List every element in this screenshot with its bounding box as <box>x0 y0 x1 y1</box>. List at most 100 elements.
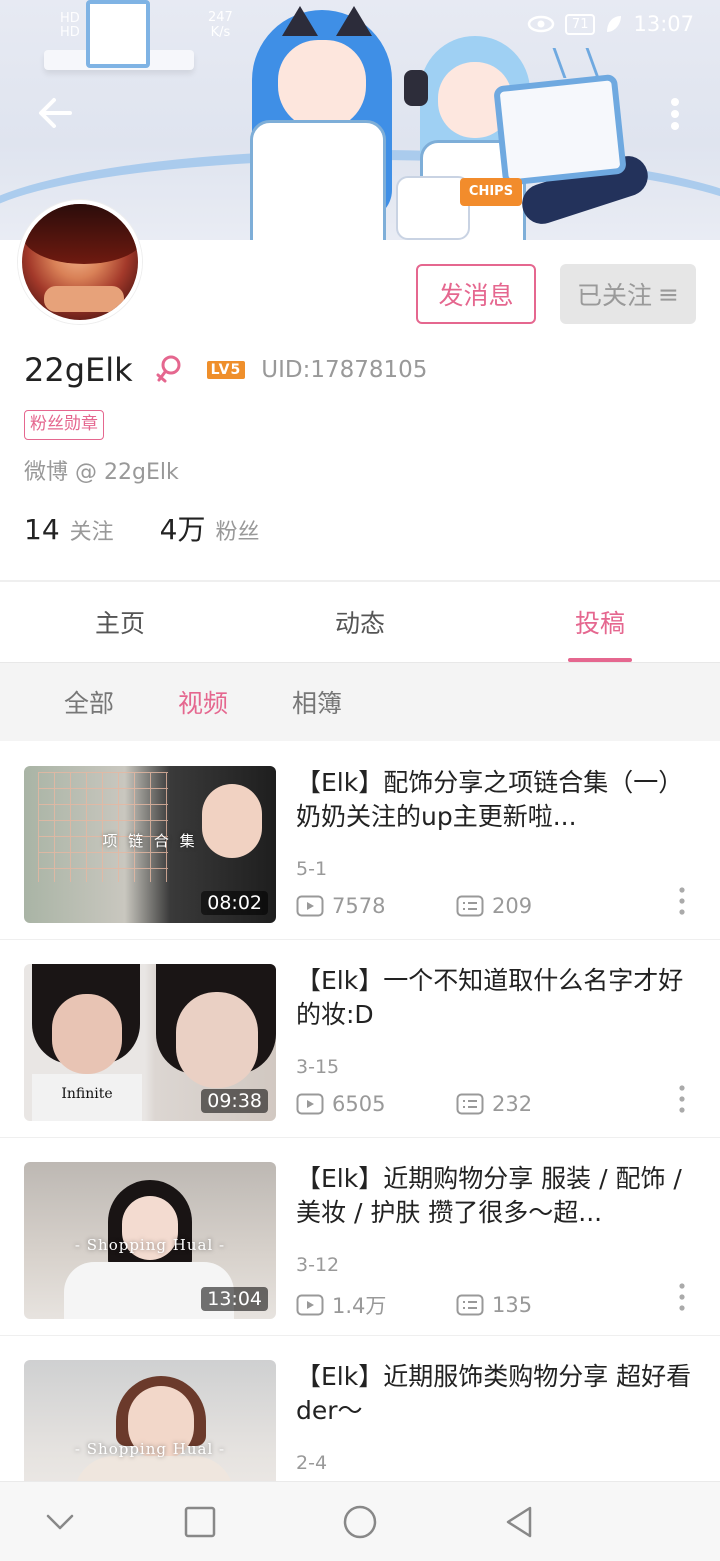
nav-triangle-icon[interactable] <box>500 1502 540 1542</box>
nav-square-icon[interactable] <box>180 1502 220 1542</box>
thumbnail-face <box>176 992 258 1088</box>
hd-indicator: HD <box>60 11 80 26</box>
danmaku-count: 209 <box>456 894 532 918</box>
leaf-icon <box>607 16 622 32</box>
fan-medal-badge[interactable]: 粉丝勋章 <box>24 410 104 440</box>
tab-dynamics[interactable]: 动态 <box>240 582 480 662</box>
system-navigation-bar <box>0 1481 720 1561</box>
thumbnail-caption: - Shopping Hual - <box>74 1440 226 1458</box>
danmaku-icon <box>456 1294 484 1316</box>
level-badge: LV5 <box>206 361 246 379</box>
play-count-value: 7578 <box>332 894 386 918</box>
thumbnail-grid-wall <box>38 772 168 882</box>
play-count: 1.4万 <box>296 1290 456 1320</box>
tab-home[interactable]: 主页 <box>0 582 240 662</box>
play-count-value: 6505 <box>332 1092 386 1116</box>
following-label[interactable]: 关注 <box>70 514 114 546</box>
video-meta: 6505 232 <box>296 1092 532 1116</box>
play-count-icon <box>296 1294 324 1316</box>
follow-stats: 14 关注 4万 粉丝 <box>24 508 296 548</box>
play-count-icon <box>296 1093 324 1115</box>
female-icon <box>156 355 181 383</box>
eye-icon <box>527 15 555 33</box>
thumbnail-caption: 项 链 合 集 <box>102 832 198 850</box>
weibo-link[interactable]: 微博 @ 22gElk <box>24 454 179 486</box>
avatar-hands <box>44 286 124 312</box>
tab-uploads[interactable]: 投稿 <box>480 582 720 662</box>
video-thumbnail[interactable]: - Shopping Hual - 13:04 <box>24 1162 276 1319</box>
user-name: 22gElk <box>24 351 133 389</box>
video-thumbnail[interactable]: 项 链 合 集 08:02 <box>24 766 276 923</box>
more-vertical-icon[interactable] <box>660 90 690 140</box>
play-count: 7578 <box>296 894 456 918</box>
thumbnail-face <box>52 994 122 1074</box>
fans-label[interactable]: 粉丝 <box>215 514 259 546</box>
clock: 13:07 <box>633 12 694 36</box>
danmaku-count-value: 209 <box>492 894 533 918</box>
video-thumbnail[interactable]: Infinite 09:38 <box>24 964 276 1121</box>
banner-tablet <box>493 73 627 187</box>
video-duration: 09:38 <box>201 1089 268 1113</box>
net-speed: 247 K/s <box>208 10 233 40</box>
back-arrow-icon[interactable] <box>30 88 80 138</box>
banner-chips-bag: CHIPS <box>460 178 522 206</box>
video-meta: 1.4万 135 <box>296 1290 532 1320</box>
video-date: 3-12 <box>296 1254 340 1276</box>
battery-indicator: 71 <box>564 13 596 35</box>
item-more-icon[interactable] <box>676 1084 688 1114</box>
following-count[interactable]: 14 <box>24 513 60 546</box>
fans-count[interactable]: 4万 <box>160 508 206 548</box>
net-speed-value: 247 <box>208 10 233 25</box>
video-date: 5-1 <box>296 858 328 880</box>
followed-label: 已关注 <box>577 281 653 310</box>
video-title[interactable]: 【Elk】配饰分享之项链合集（一）奶奶关注的up主更新啦... <box>296 766 696 834</box>
subtab-video[interactable]: 视频 <box>178 684 228 720</box>
video-date: 3-15 <box>296 1056 340 1078</box>
followed-button[interactable]: 已关注 ≡ <box>560 264 696 324</box>
play-count-icon <box>296 895 324 917</box>
status-left: HD HD <box>60 12 80 40</box>
play-count: 6505 <box>296 1092 456 1116</box>
video-title[interactable]: 【Elk】近期服饰类购物分享 超好看der～ <box>296 1360 696 1428</box>
banner-headphone <box>404 70 428 106</box>
send-message-button[interactable]: 发消息 <box>416 264 536 324</box>
danmaku-count: 135 <box>456 1293 532 1317</box>
item-more-icon[interactable] <box>676 1282 688 1312</box>
banner-bag <box>396 176 470 240</box>
avatar[interactable] <box>18 200 142 324</box>
hd-indicator: HD <box>60 25 80 40</box>
status-right: 71 13:07 <box>527 12 694 36</box>
menu-lines-icon: ≡ <box>658 279 679 309</box>
thumbnail-caption: Infinite <box>61 1086 113 1102</box>
item-more-icon[interactable] <box>676 886 688 916</box>
play-count-value: 1.4万 <box>332 1294 387 1318</box>
nav-circle-icon[interactable] <box>340 1502 380 1542</box>
danmaku-count: 232 <box>456 1092 532 1116</box>
upload-subtabs: 全部 视频 相簿 <box>0 663 720 741</box>
thumbnail-caption: - Shopping Hual - <box>74 1236 226 1254</box>
name-row: 22gElk LV5 UID:17878105 <box>24 348 427 392</box>
video-title[interactable]: 【Elk】一个不知道取什么名字才好的妆:D <box>296 964 696 1032</box>
video-duration: 13:04 <box>201 1287 268 1311</box>
video-list: 项 链 合 集 08:02 【Elk】配饰分享之项链合集（一）奶奶关注的up主更… <box>0 742 720 1534</box>
user-uid: UID:17878105 <box>261 357 428 383</box>
video-title[interactable]: 【Elk】近期购物分享 服装 / 配饰 / 美妆 / 护肤 攒了很多～超... <box>296 1162 696 1230</box>
profile-tabs: 主页 动态 投稿 <box>0 582 720 663</box>
nav-down-icon[interactable] <box>40 1502 80 1542</box>
danmaku-icon <box>456 1093 484 1115</box>
danmaku-icon <box>456 895 484 917</box>
banner-character-1-body <box>250 120 386 240</box>
subtab-all[interactable]: 全部 <box>64 684 114 720</box>
video-item[interactable]: 项 链 合 集 08:02 【Elk】配饰分享之项链合集（一）奶奶关注的up主更… <box>0 742 720 940</box>
net-speed-unit: K/s <box>210 25 231 40</box>
video-item[interactable]: - Shopping Hual - 13:04 【Elk】近期购物分享 服装 /… <box>0 1138 720 1336</box>
status-bar: HD HD 247 K/s 71 13:07 <box>0 0 720 56</box>
avatar-hair <box>22 204 138 264</box>
subtab-album[interactable]: 相簿 <box>292 684 342 720</box>
video-date: 2-4 <box>296 1452 328 1474</box>
video-duration: 08:02 <box>201 891 268 915</box>
video-meta: 7578 209 <box>296 894 532 918</box>
danmaku-count-value: 232 <box>492 1092 533 1116</box>
danmaku-count-value: 135 <box>492 1293 533 1317</box>
video-item[interactable]: Infinite 09:38 【Elk】一个不知道取什么名字才好的妆:D 3-1… <box>0 940 720 1138</box>
